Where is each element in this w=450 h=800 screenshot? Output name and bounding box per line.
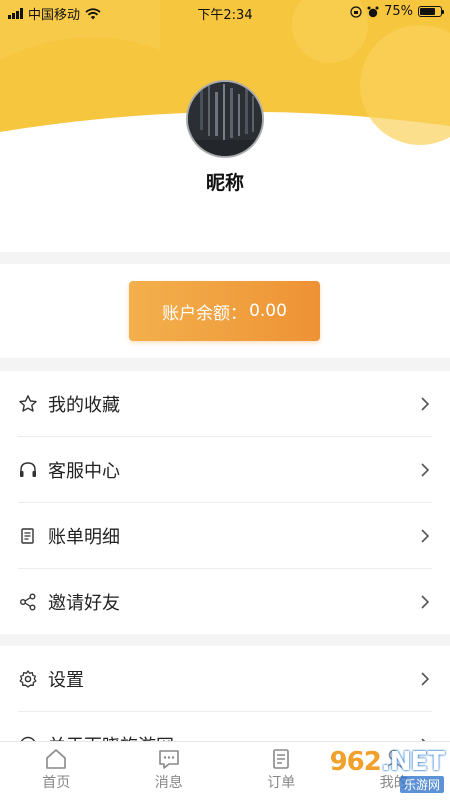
chevron-right-icon xyxy=(421,529,430,543)
status-bar: 中国移动 下午2:34 75% xyxy=(0,0,450,24)
battery-icon xyxy=(418,6,444,17)
menu-item-invite-friends[interactable]: 邀请好友 xyxy=(0,569,450,635)
home-icon xyxy=(46,749,67,769)
avatar[interactable] xyxy=(186,80,264,158)
tab-home[interactable]: 首页 xyxy=(0,742,113,800)
menu-group-primary: 我的收藏 客服中心 账单明细 邀请好友 xyxy=(0,371,450,634)
tab-label: 订单 xyxy=(267,775,296,791)
order-icon xyxy=(273,749,290,769)
balance-section: 账户余额： 0.00 xyxy=(0,264,450,358)
document-icon xyxy=(18,526,38,546)
headset-icon xyxy=(18,460,38,480)
rotation-lock-icon xyxy=(350,5,362,18)
tab-label: 消息 xyxy=(154,775,183,791)
balance-value: 0.00 xyxy=(249,301,287,321)
nickname[interactable]: 昵称 xyxy=(0,168,450,195)
alarm-icon xyxy=(367,6,379,17)
menu-item-label: 客服中心 xyxy=(48,461,120,482)
balance-label: 账户余额： xyxy=(162,303,248,324)
menu-group-secondary: 设置 关于百晓旅游网 xyxy=(0,646,450,742)
star-icon xyxy=(18,394,38,414)
watermark-logo: 962.NET 乐游网 xyxy=(304,747,445,794)
chevron-right-icon xyxy=(421,595,430,609)
menu-item-bill-details[interactable]: 账单明细 xyxy=(0,503,450,569)
watermark-sub: 乐游网 xyxy=(399,776,444,793)
chevron-right-icon xyxy=(421,672,430,686)
tab-messages[interactable]: 消息 xyxy=(113,742,226,800)
account-balance-button[interactable]: 账户余额： 0.00 xyxy=(129,281,320,341)
tab-label: 首页 xyxy=(42,775,71,791)
battery-percent: 75% xyxy=(384,4,413,19)
menu-item-label: 邀请好友 xyxy=(48,593,120,614)
share-icon xyxy=(18,592,38,612)
gear-icon xyxy=(18,669,38,689)
watermark-suffix: .NET xyxy=(380,747,445,777)
menu-item-settings[interactable]: 设置 xyxy=(0,646,450,712)
menu-item-customer-service[interactable]: 客服中心 xyxy=(0,437,450,503)
chevron-right-icon xyxy=(421,397,430,411)
profile-header: 中国移动 下午2:34 75% 昵称 xyxy=(0,0,450,252)
watermark-brand: 962 xyxy=(329,747,382,777)
menu-item-label: 设置 xyxy=(48,670,84,691)
chevron-right-icon xyxy=(421,463,430,477)
menu-item-label: 账单明细 xyxy=(48,527,120,548)
message-icon xyxy=(158,750,179,769)
menu-item-label: 我的收藏 xyxy=(48,395,120,416)
menu-item-favorites[interactable]: 我的收藏 xyxy=(0,371,450,437)
menu-item-about[interactable]: 关于百晓旅游网 xyxy=(0,712,450,742)
